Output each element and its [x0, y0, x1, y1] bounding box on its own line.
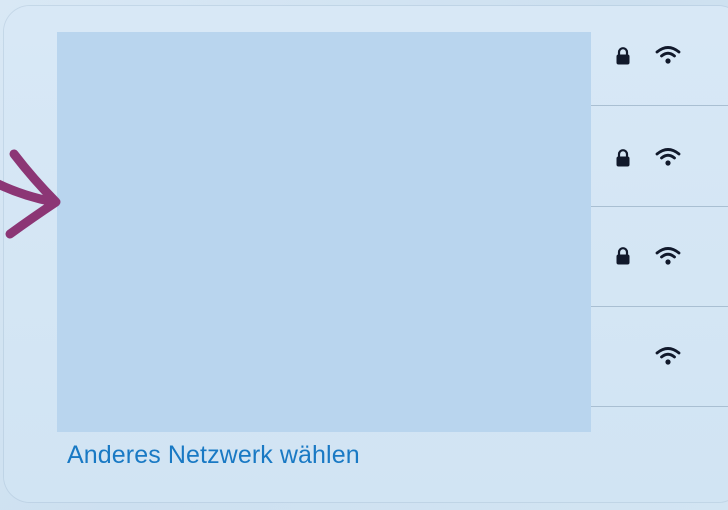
redacted-network-names	[57, 32, 591, 432]
network-row[interactable]	[591, 306, 728, 407]
network-row[interactable]	[591, 106, 728, 207]
network-row[interactable]	[591, 206, 728, 307]
screen-photo: Anderes Netzwerk wählen	[0, 0, 728, 510]
annotation-arrow-icon	[0, 149, 61, 239]
wifi-icon	[655, 247, 681, 265]
network-row[interactable]	[591, 5, 728, 106]
wifi-icon	[655, 46, 681, 64]
wifi-icon	[655, 148, 681, 166]
wifi-icon	[655, 347, 681, 365]
lock-icon	[616, 149, 630, 167]
network-list	[591, 0, 728, 410]
other-network-link[interactable]: Anderes Netzwerk wählen	[67, 441, 360, 470]
lock-icon	[616, 247, 630, 265]
lock-icon	[616, 47, 630, 65]
